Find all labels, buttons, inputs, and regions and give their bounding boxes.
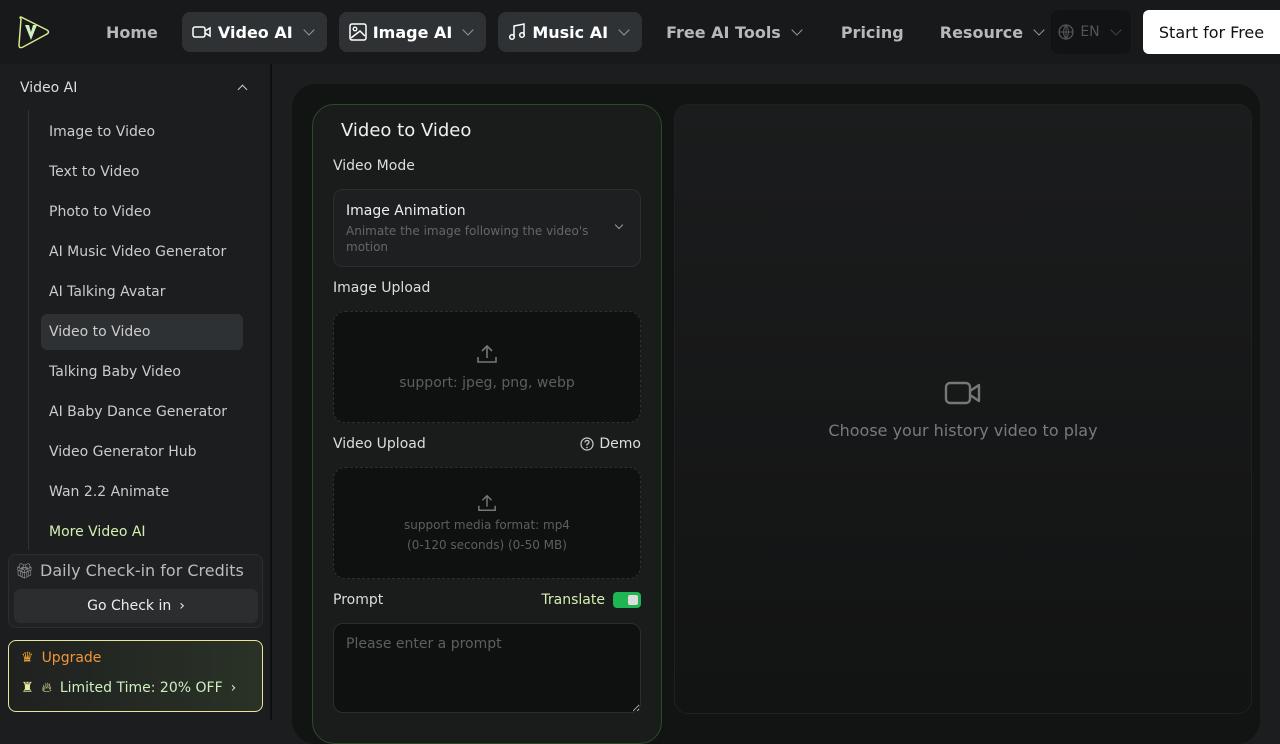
top-nav: Home Video AI Image AI Music AI Free AI … bbox=[0, 0, 1280, 64]
upload-icon bbox=[477, 344, 497, 363]
start-for-free-button[interactable]: Start for Free bbox=[1143, 10, 1280, 54]
gift-icon: 🎁︎ bbox=[15, 561, 35, 580]
sidebar-item-photo-to-video[interactable]: Photo to Video bbox=[41, 194, 243, 230]
chevron-down-icon bbox=[1033, 24, 1045, 36]
chevron-down-icon bbox=[791, 24, 803, 36]
chevron-up-icon bbox=[237, 84, 248, 95]
sidebar-item-more-video-ai[interactable]: More Video AI bbox=[41, 514, 243, 550]
daily-checkin-card: 🎁︎ Daily Check-in for Credits Go Check in… bbox=[8, 554, 263, 628]
video-upload-label: Video Upload bbox=[333, 436, 426, 452]
sidebar: Video AI Image to Video Text to Video Ph… bbox=[0, 64, 272, 720]
nav-video-ai[interactable]: Video AI bbox=[181, 12, 327, 52]
video-icon bbox=[192, 26, 211, 38]
fire-icon: 🔥︎ bbox=[41, 680, 52, 696]
image-icon bbox=[348, 23, 367, 41]
nav-image-ai[interactable]: Image AI bbox=[338, 12, 487, 52]
sidebar-item-ai-talking-avatar[interactable]: AI Talking Avatar bbox=[41, 274, 243, 310]
video-upload-dropzone[interactable]: support media format: mp4 (0-120 seconds… bbox=[333, 467, 641, 579]
nav-free-ai-tools[interactable]: Free AI Tools bbox=[654, 12, 817, 52]
sidebar-item-video-to-video[interactable]: Video to Video bbox=[41, 314, 243, 350]
language-select[interactable]: EN bbox=[1051, 10, 1131, 54]
trophy-icon: ♜ bbox=[21, 680, 34, 696]
nav-home[interactable]: Home bbox=[94, 12, 170, 52]
sidebar-item-wan-animate[interactable]: Wan 2.2 Animate bbox=[41, 474, 243, 510]
translate-toggle[interactable] bbox=[613, 592, 641, 608]
sidebar-section-video-ai[interactable]: Video AI bbox=[20, 80, 250, 96]
video-mode-select[interactable]: Image Animation Animate the image follow… bbox=[333, 189, 641, 267]
chevron-down-icon bbox=[614, 220, 624, 230]
chevron-right-icon: › bbox=[179, 598, 185, 614]
logo-icon[interactable] bbox=[15, 14, 51, 50]
music-icon bbox=[509, 23, 526, 41]
prompt-input[interactable] bbox=[333, 623, 641, 713]
crown-icon: ♛ bbox=[21, 650, 34, 666]
chevron-down-icon bbox=[618, 24, 630, 36]
video-camera-icon bbox=[944, 381, 981, 404]
sidebar-item-text-to-video[interactable]: Text to Video bbox=[41, 154, 243, 190]
upload-icon bbox=[478, 494, 496, 511]
upgrade-card[interactable]: ♛ Upgrade ♜ 🔥︎ Limited Time: 20% OFF › bbox=[8, 640, 263, 712]
sidebar-item-image-to-video[interactable]: Image to Video bbox=[41, 114, 243, 150]
chevron-down-icon bbox=[303, 24, 315, 36]
go-check-in-button[interactable]: Go Check in › bbox=[14, 589, 258, 623]
image-upload-label: Image Upload bbox=[333, 280, 431, 296]
chevron-down-icon bbox=[462, 24, 475, 36]
video-player-area: Choose your history video to play bbox=[674, 104, 1252, 714]
sidebar-item-ai-music-video-generator[interactable]: AI Music Video Generator bbox=[41, 234, 243, 270]
image-upload-dropzone[interactable]: support: jpeg, png, webp bbox=[333, 311, 641, 423]
demo-link[interactable]: Demo bbox=[580, 436, 641, 452]
video-to-video-panel: Video to Video Video Mode Image Animatio… bbox=[312, 104, 662, 744]
nav-pricing[interactable]: Pricing bbox=[829, 12, 916, 52]
prompt-label: Prompt bbox=[333, 592, 384, 608]
chevron-right-icon: › bbox=[230, 680, 237, 696]
globe-icon bbox=[1058, 24, 1074, 40]
sidebar-item-ai-baby-dance-generator[interactable]: AI Baby Dance Generator bbox=[41, 394, 243, 430]
sidebar-item-video-generator-hub[interactable]: Video Generator Hub bbox=[41, 434, 243, 470]
video-mode-label: Video Mode bbox=[333, 158, 415, 174]
main-area: Video to Video Video Mode Image Animatio… bbox=[292, 84, 1260, 744]
sidebar-item-talking-baby-video[interactable]: Talking Baby Video bbox=[41, 354, 243, 390]
translate-toggle-group: Translate bbox=[541, 592, 641, 608]
nav-resource[interactable]: Resource bbox=[928, 12, 1059, 52]
help-icon bbox=[580, 437, 594, 451]
chevron-down-icon bbox=[1109, 24, 1122, 36]
nav-music-ai[interactable]: Music AI bbox=[498, 12, 643, 52]
panel-title: Video to Video bbox=[341, 120, 472, 141]
